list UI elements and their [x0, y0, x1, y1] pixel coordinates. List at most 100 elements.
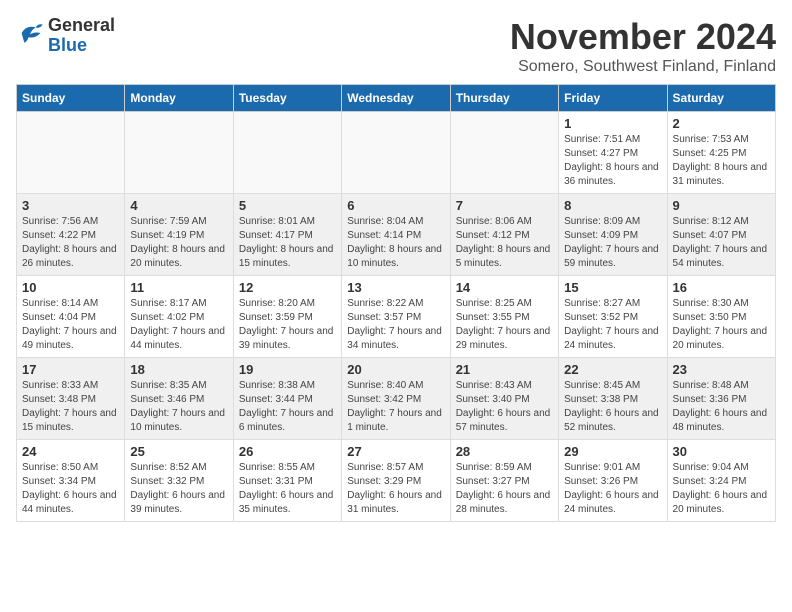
calendar-day-cell: 26 Sunrise: 8:55 AM Sunset: 3:31 PM Dayli… [233, 440, 341, 522]
day-number: 11 [130, 280, 227, 295]
day-info: Sunrise: 8:30 AM Sunset: 3:50 PM Dayligh… [673, 297, 770, 353]
calendar-day-cell: 24 Sunrise: 8:50 AM Sunset: 3:34 PM Dayli… [17, 440, 125, 522]
day-info: Sunrise: 8:17 AM Sunset: 4:02 PM Dayligh… [130, 297, 227, 353]
calendar-day-cell: 17Sunrise: 8:33 AM Sunset: 3:48 PM Dayli… [17, 358, 125, 440]
calendar-day-cell: 9 Sunrise: 8:12 AM Sunset: 4:07 PM Daylig… [667, 194, 775, 276]
day-info: Sunrise: 8:43 AM Sunset: 3:40 PM Dayligh… [456, 379, 553, 435]
day-info: Sunrise: 9:04 AM Sunset: 3:24 PM Dayligh… [673, 461, 770, 517]
weekday-header: Wednesday [342, 85, 450, 112]
day-number: 10 [22, 280, 119, 295]
calendar-table: SundayMondayTuesdayWednesdayThursdayFrid… [16, 84, 776, 522]
location-title: Somero, Southwest Finland, Finland [510, 58, 776, 76]
calendar-day-cell: 29 Sunrise: 9:01 AM Sunset: 3:26 PM Dayli… [559, 440, 667, 522]
day-info: Sunrise: 8:57 AM Sunset: 3:29 PM Dayligh… [347, 461, 444, 517]
calendar-day-cell: 16 Sunrise: 8:30 AM Sunset: 3:50 PM Dayli… [667, 276, 775, 358]
day-number: 29 [564, 444, 661, 459]
day-info: Sunrise: 7:53 AM Sunset: 4:25 PM Dayligh… [673, 133, 770, 189]
day-info: Sunrise: 8:01 AM Sunset: 4:17 PM Dayligh… [239, 215, 336, 271]
day-info: Sunrise: 7:59 AM Sunset: 4:19 PM Dayligh… [130, 215, 227, 271]
calendar-day-cell: 11 Sunrise: 8:17 AM Sunset: 4:02 PM Dayli… [125, 276, 233, 358]
calendar-day-cell [17, 112, 125, 194]
day-info: Sunrise: 8:25 AM Sunset: 3:55 PM Dayligh… [456, 297, 553, 353]
day-number: 6 [347, 198, 444, 213]
day-info: Sunrise: 8:12 AM Sunset: 4:07 PM Dayligh… [673, 215, 770, 271]
calendar-day-cell [342, 112, 450, 194]
calendar-day-cell: 10 Sunrise: 8:14 AM Sunset: 4:04 PM Dayli… [17, 276, 125, 358]
day-number: 23 [673, 362, 770, 377]
logo-general: General [48, 16, 115, 36]
calendar-day-cell: 30 Sunrise: 9:04 AM Sunset: 3:24 PM Dayli… [667, 440, 775, 522]
day-info: Sunrise: 9:01 AM Sunset: 3:26 PM Dayligh… [564, 461, 661, 517]
calendar-day-cell: 1 Sunrise: 7:51 AM Sunset: 4:27 PM Daylig… [559, 112, 667, 194]
calendar-day-cell: 13 Sunrise: 8:22 AM Sunset: 3:57 PM Dayli… [342, 276, 450, 358]
day-number: 26 [239, 444, 336, 459]
calendar-day-cell: 2 Sunrise: 7:53 AM Sunset: 4:25 PM Daylig… [667, 112, 775, 194]
day-info: Sunrise: 7:51 AM Sunset: 4:27 PM Dayligh… [564, 133, 661, 189]
calendar-week-row: 24 Sunrise: 8:50 AM Sunset: 3:34 PM Dayli… [17, 440, 776, 522]
day-number: 16 [673, 280, 770, 295]
day-info: Sunrise: 8:59 AM Sunset: 3:27 PM Dayligh… [456, 461, 553, 517]
day-number: 3 [22, 198, 119, 213]
day-number: 19 [239, 362, 336, 377]
day-info: Sunrise: 8:04 AM Sunset: 4:14 PM Dayligh… [347, 215, 444, 271]
calendar-day-cell [125, 112, 233, 194]
calendar-day-cell: 25Sunrise: 8:52 AM Sunset: 3:32 PM Dayli… [125, 440, 233, 522]
calendar-week-row: 10 Sunrise: 8:14 AM Sunset: 4:04 PM Dayli… [17, 276, 776, 358]
day-number: 27 [347, 444, 444, 459]
calendar-day-cell: 14Sunrise: 8:25 AM Sunset: 3:55 PM Dayli… [450, 276, 558, 358]
day-info: Sunrise: 7:56 AM Sunset: 4:22 PM Dayligh… [22, 215, 119, 271]
day-number: 24 [22, 444, 119, 459]
logo-blue: Blue [48, 36, 115, 56]
day-number: 28 [456, 444, 553, 459]
weekday-header-row: SundayMondayTuesdayWednesdayThursdayFrid… [17, 85, 776, 112]
day-number: 13 [347, 280, 444, 295]
day-number: 5 [239, 198, 336, 213]
day-number: 15 [564, 280, 661, 295]
calendar-day-cell [233, 112, 341, 194]
calendar-day-cell: 7 Sunrise: 8:06 AM Sunset: 4:12 PM Daylig… [450, 194, 558, 276]
weekday-header: Sunday [17, 85, 125, 112]
day-info: Sunrise: 8:52 AM Sunset: 3:32 PM Dayligh… [130, 461, 227, 517]
calendar-day-cell [450, 112, 558, 194]
page-header: General Blue November 2024 Somero, South… [16, 16, 776, 76]
calendar-day-cell: 19 Sunrise: 8:38 AM Sunset: 3:44 PM Dayli… [233, 358, 341, 440]
title-block: November 2024 Somero, Southwest Finland,… [510, 16, 776, 76]
day-info: Sunrise: 8:20 AM Sunset: 3:59 PM Dayligh… [239, 297, 336, 353]
day-number: 20 [347, 362, 444, 377]
day-number: 7 [456, 198, 553, 213]
calendar-week-row: 17Sunrise: 8:33 AM Sunset: 3:48 PM Dayli… [17, 358, 776, 440]
logo-text: General Blue [48, 16, 115, 56]
day-number: 21 [456, 362, 553, 377]
day-number: 9 [673, 198, 770, 213]
day-number: 8 [564, 198, 661, 213]
day-number: 12 [239, 280, 336, 295]
day-number: 30 [673, 444, 770, 459]
calendar-week-row: 3 Sunrise: 7:56 AM Sunset: 4:22 PM Daylig… [17, 194, 776, 276]
day-info: Sunrise: 8:22 AM Sunset: 3:57 PM Dayligh… [347, 297, 444, 353]
logo: General Blue [16, 16, 115, 56]
weekday-header: Thursday [450, 85, 558, 112]
day-info: Sunrise: 8:38 AM Sunset: 3:44 PM Dayligh… [239, 379, 336, 435]
calendar-week-row: 1 Sunrise: 7:51 AM Sunset: 4:27 PM Daylig… [17, 112, 776, 194]
day-number: 18 [130, 362, 227, 377]
weekday-header: Saturday [667, 85, 775, 112]
day-info: Sunrise: 8:14 AM Sunset: 4:04 PM Dayligh… [22, 297, 119, 353]
weekday-header: Friday [559, 85, 667, 112]
day-info: Sunrise: 8:55 AM Sunset: 3:31 PM Dayligh… [239, 461, 336, 517]
calendar-day-cell: 23Sunrise: 8:48 AM Sunset: 3:36 PM Dayli… [667, 358, 775, 440]
calendar-day-cell: 27 Sunrise: 8:57 AM Sunset: 3:29 PM Dayli… [342, 440, 450, 522]
day-number: 4 [130, 198, 227, 213]
calendar-day-cell: 22Sunrise: 8:45 AM Sunset: 3:38 PM Dayli… [559, 358, 667, 440]
calendar-day-cell: 6 Sunrise: 8:04 AM Sunset: 4:14 PM Daylig… [342, 194, 450, 276]
logo-icon [16, 19, 44, 52]
calendar-day-cell: 12 Sunrise: 8:20 AM Sunset: 3:59 PM Dayli… [233, 276, 341, 358]
day-number: 1 [564, 116, 661, 131]
day-info: Sunrise: 8:45 AM Sunset: 3:38 PM Dayligh… [564, 379, 661, 435]
weekday-header: Monday [125, 85, 233, 112]
calendar-day-cell: 15Sunrise: 8:27 AM Sunset: 3:52 PM Dayli… [559, 276, 667, 358]
day-info: Sunrise: 8:06 AM Sunset: 4:12 PM Dayligh… [456, 215, 553, 271]
day-number: 2 [673, 116, 770, 131]
calendar-day-cell: 20Sunrise: 8:40 AM Sunset: 3:42 PM Dayli… [342, 358, 450, 440]
day-info: Sunrise: 8:50 AM Sunset: 3:34 PM Dayligh… [22, 461, 119, 517]
calendar-day-cell: 4 Sunrise: 7:59 AM Sunset: 4:19 PM Daylig… [125, 194, 233, 276]
